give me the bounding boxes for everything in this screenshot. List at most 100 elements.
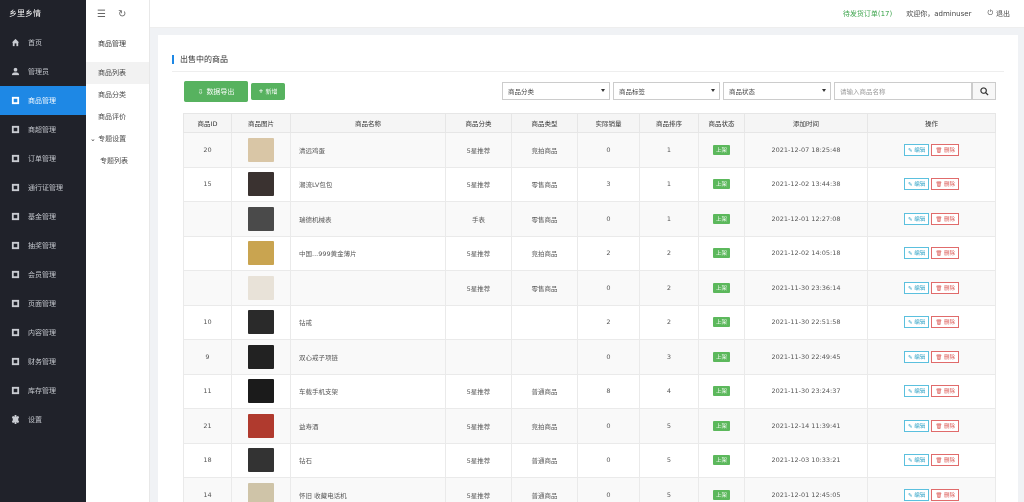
edit-button[interactable]: ✎ 编辑 xyxy=(903,385,930,398)
column-header[interactable]: 操作 xyxy=(867,113,996,133)
sidebar-item-1[interactable]: 管理员 xyxy=(0,57,86,86)
sidebar-item-label: 商超管理 xyxy=(28,125,56,134)
pending-orders-link[interactable]: 待发货订单(17) xyxy=(843,9,892,19)
delete-button[interactable]: 🗑 删除 xyxy=(931,350,960,363)
tag-select[interactable]: 商品标签 xyxy=(613,82,720,100)
logout-button[interactable]: ⏻ 退出 xyxy=(987,9,1010,19)
product-thumbnail[interactable] xyxy=(248,482,274,502)
edit-button[interactable]: ✎ 编辑 xyxy=(903,350,930,363)
column-header[interactable]: 商品分类 xyxy=(445,113,512,133)
sidebar-item-5[interactable]: 通行证管理 xyxy=(0,173,86,202)
sidebar-item-8[interactable]: 会员管理 xyxy=(0,260,86,289)
delete-button[interactable]: 🗑 删除 xyxy=(931,316,960,329)
product-thumbnail[interactable] xyxy=(248,275,274,300)
download-icon: ⇩ xyxy=(197,87,204,96)
sidebar-item-13[interactable]: 设置 xyxy=(0,405,86,434)
status-cell: 上架 xyxy=(698,477,745,502)
edit-label: 编辑 xyxy=(914,389,926,396)
delete-button[interactable]: 🗑 删除 xyxy=(931,247,960,260)
sidebar-item-12[interactable]: 库存管理 xyxy=(0,376,86,405)
table-row: 5星推荐 零售商品 0 2 上架 2021-11-30 23:36:14 ✎ 编辑 🗑 删除 xyxy=(183,270,996,306)
trash-icon: 🗑 xyxy=(935,492,943,499)
sidebar-item-2[interactable]: 商品管理 xyxy=(0,86,86,115)
delete-button[interactable]: 🗑 删除 xyxy=(931,281,960,294)
search-button[interactable] xyxy=(972,82,996,100)
edit-button[interactable]: ✎ 编辑 xyxy=(903,488,930,501)
cell-time: 2021-12-01 12:45:05 xyxy=(744,477,868,502)
product-thumbnail[interactable] xyxy=(248,344,274,369)
edit-button[interactable]: ✎ 编辑 xyxy=(903,281,930,294)
sidebar-item-11[interactable]: 财务管理 xyxy=(0,347,86,376)
column-header[interactable]: 商品图片 xyxy=(231,113,291,133)
product-thumbnail[interactable] xyxy=(248,448,274,473)
add-product-button[interactable]: + 新增 xyxy=(251,83,285,100)
subnav-item-0[interactable]: 商品列表 xyxy=(86,62,149,84)
product-table: 商品ID 商品图片 商品名称 商品分类 商品类型 实际销量 商品排序 商品状态 添加时间 操作 2… xyxy=(183,113,996,502)
export-button[interactable]: ⇩ 数据导出 xyxy=(184,81,248,102)
delete-button[interactable]: 🗑 删除 xyxy=(931,419,960,432)
column-header[interactable]: 添加时间 xyxy=(744,113,868,133)
refresh-icon[interactable]: ↻ xyxy=(118,9,126,20)
delete-button[interactable]: 🗑 删除 xyxy=(931,178,960,191)
cell-name: 中国...999黄金薄片 xyxy=(290,235,446,271)
cell-sales: 0 xyxy=(577,132,640,168)
table-body: 20 清远鸡蛋 5星推荐 竞拍商品 0 1 上架 2021-12-07 18:25:48 ✎ 编… xyxy=(183,132,996,502)
column-header[interactable]: 商品状态 xyxy=(698,113,745,133)
subnav-item-4[interactable]: 专题列表 xyxy=(86,150,149,172)
status-badge: 上架 xyxy=(712,213,730,224)
subnav-title: 商品管理 xyxy=(98,40,126,48)
column-header[interactable]: 商品名称 xyxy=(290,113,446,133)
edit-button[interactable]: ✎ 编辑 xyxy=(903,212,930,225)
sidebar-item-10[interactable]: 内容管理 xyxy=(0,318,86,347)
power-icon: ⏻ xyxy=(987,9,993,17)
product-thumbnail[interactable] xyxy=(248,379,274,404)
sidebar-item-9[interactable]: 页面管理 xyxy=(0,289,86,318)
product-thumbnail[interactable] xyxy=(248,310,274,335)
edit-button[interactable]: ✎ 编辑 xyxy=(903,178,930,191)
subnav-item-2[interactable]: 商品评价 xyxy=(86,106,149,128)
cell-sort: 2 xyxy=(639,270,699,306)
sidebar-item-0[interactable]: 首页 xyxy=(0,28,86,57)
delete-button[interactable]: 🗑 删除 xyxy=(931,488,960,501)
trash-icon: 🗑 xyxy=(935,423,943,430)
delete-button[interactable]: 🗑 删除 xyxy=(931,212,960,225)
product-thumbnail[interactable] xyxy=(248,241,274,266)
sidebar-item-4[interactable]: 订单管理 xyxy=(0,144,86,173)
column-header[interactable]: 实际销量 xyxy=(577,113,640,133)
edit-button[interactable]: ✎ 编辑 xyxy=(903,454,930,467)
edit-button[interactable]: ✎ 编辑 xyxy=(903,316,930,329)
category-select[interactable]: 商品分类 xyxy=(502,82,610,100)
status-select[interactable]: 商品状态 xyxy=(723,82,831,100)
sidebar-item-3[interactable]: 商超管理 xyxy=(0,115,86,144)
product-image-cell xyxy=(231,442,291,478)
category-select-value: 商品分类 xyxy=(508,88,534,96)
delete-button[interactable]: 🗑 删除 xyxy=(931,454,960,467)
product-search-input[interactable]: 请输入商品名称 xyxy=(834,82,972,100)
sidebar-item-label: 设置 xyxy=(28,415,42,424)
column-header[interactable]: 商品类型 xyxy=(511,113,578,133)
home-icon xyxy=(10,38,20,48)
product-thumbnail[interactable] xyxy=(248,206,274,231)
status-cell: 上架 xyxy=(698,408,745,444)
menu-toggle-icon[interactable]: ☰ xyxy=(97,9,106,20)
product-thumbnail[interactable] xyxy=(248,172,274,197)
product-thumbnail[interactable] xyxy=(248,137,274,162)
sidebar-item-label: 管理员 xyxy=(28,67,49,76)
subnav-item-1[interactable]: 商品分类 xyxy=(86,84,149,106)
page-icon xyxy=(10,299,20,309)
column-header[interactable]: 商品排序 xyxy=(639,113,699,133)
cell-name: 钻石 xyxy=(290,442,446,478)
subnav-item-3[interactable]: ⌄ 专题设置 xyxy=(86,128,149,150)
sidebar-item-7[interactable]: 抽奖管理 xyxy=(0,231,86,260)
edit-button[interactable]: ✎ 编辑 xyxy=(903,419,930,432)
edit-button[interactable]: ✎ 编辑 xyxy=(903,247,930,260)
delete-button[interactable]: 🗑 删除 xyxy=(931,385,960,398)
product-thumbnail[interactable] xyxy=(248,413,274,438)
sidebar-item-label: 库存管理 xyxy=(28,386,56,395)
edit-button[interactable]: ✎ 编辑 xyxy=(903,143,930,156)
delete-label: 删除 xyxy=(944,216,956,223)
column-header[interactable]: 商品ID xyxy=(183,113,232,133)
actions-cell: ✎ 编辑 🗑 删除 xyxy=(867,442,996,478)
delete-button[interactable]: 🗑 删除 xyxy=(931,143,960,156)
sidebar-item-6[interactable]: 基金管理 xyxy=(0,202,86,231)
